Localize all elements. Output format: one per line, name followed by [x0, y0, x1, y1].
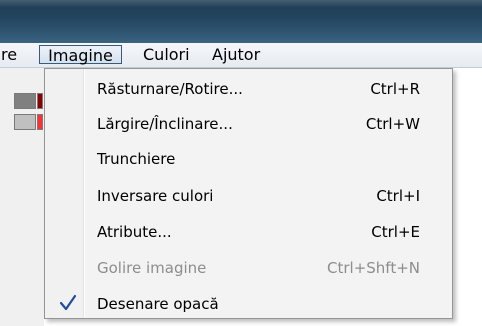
- menu-item-label: Atribute...: [97, 223, 172, 241]
- menu-item-label: Lărgire/Înclinare...: [97, 115, 233, 133]
- menu-item-label: Răsturnare/Rotire...: [97, 80, 243, 98]
- menu-item-stretch-skew[interactable]: Lărgire/Înclinare... Ctrl+W: [47, 109, 450, 139]
- menu-ajutor[interactable]: Ajutor: [209, 45, 263, 64]
- checkmark-icon: [59, 294, 77, 311]
- palette-swatch-darkred[interactable]: [37, 93, 43, 109]
- menu-item-shortcut: Ctrl+E: [371, 223, 420, 241]
- menu-item-draw-opaque[interactable]: Desenare opacă: [47, 289, 450, 319]
- imagine-dropdown-menu: Răsturnare/Rotire... Ctrl+R Lărgire/Încl…: [44, 68, 453, 319]
- menu-bar: re Imagine Culori Ajutor: [0, 43, 482, 68]
- menu-item-shortcut: Ctrl+W: [365, 115, 420, 133]
- menu-item-flip-rotate[interactable]: Răsturnare/Rotire... Ctrl+R: [47, 74, 450, 104]
- menu-item-shortcut: Ctrl+I: [376, 187, 420, 205]
- menu-imagine[interactable]: Imagine: [39, 45, 122, 65]
- palette-swatch-red[interactable]: [37, 114, 43, 130]
- menu-item-invert-colors[interactable]: Inversare culori Ctrl+I: [47, 181, 450, 211]
- menu-item-label: Trunchiere: [97, 150, 176, 168]
- menu-item-label: Desenare opacă: [97, 295, 219, 313]
- palette-swatch-silver[interactable]: [14, 114, 36, 130]
- window-titlebar: [0, 0, 482, 43]
- menu-culori[interactable]: Culori: [140, 45, 193, 64]
- menu-item-crop[interactable]: Trunchiere: [47, 144, 450, 174]
- menu-item-shortcut: Ctrl+Shft+N: [327, 259, 420, 277]
- menu-item-shortcut: Ctrl+R: [370, 80, 420, 98]
- menu-item-label: Inversare culori: [97, 187, 214, 205]
- menu-item-attributes[interactable]: Atribute... Ctrl+E: [47, 217, 450, 247]
- menu-partial-item[interactable]: re: [0, 45, 20, 64]
- menu-item-label: Golire imagine: [97, 259, 207, 277]
- titlebar-shine: [0, 0, 482, 8]
- palette-swatch-gray[interactable]: [14, 93, 36, 109]
- menu-item-clear-image: Golire imagine Ctrl+Shft+N: [47, 253, 450, 283]
